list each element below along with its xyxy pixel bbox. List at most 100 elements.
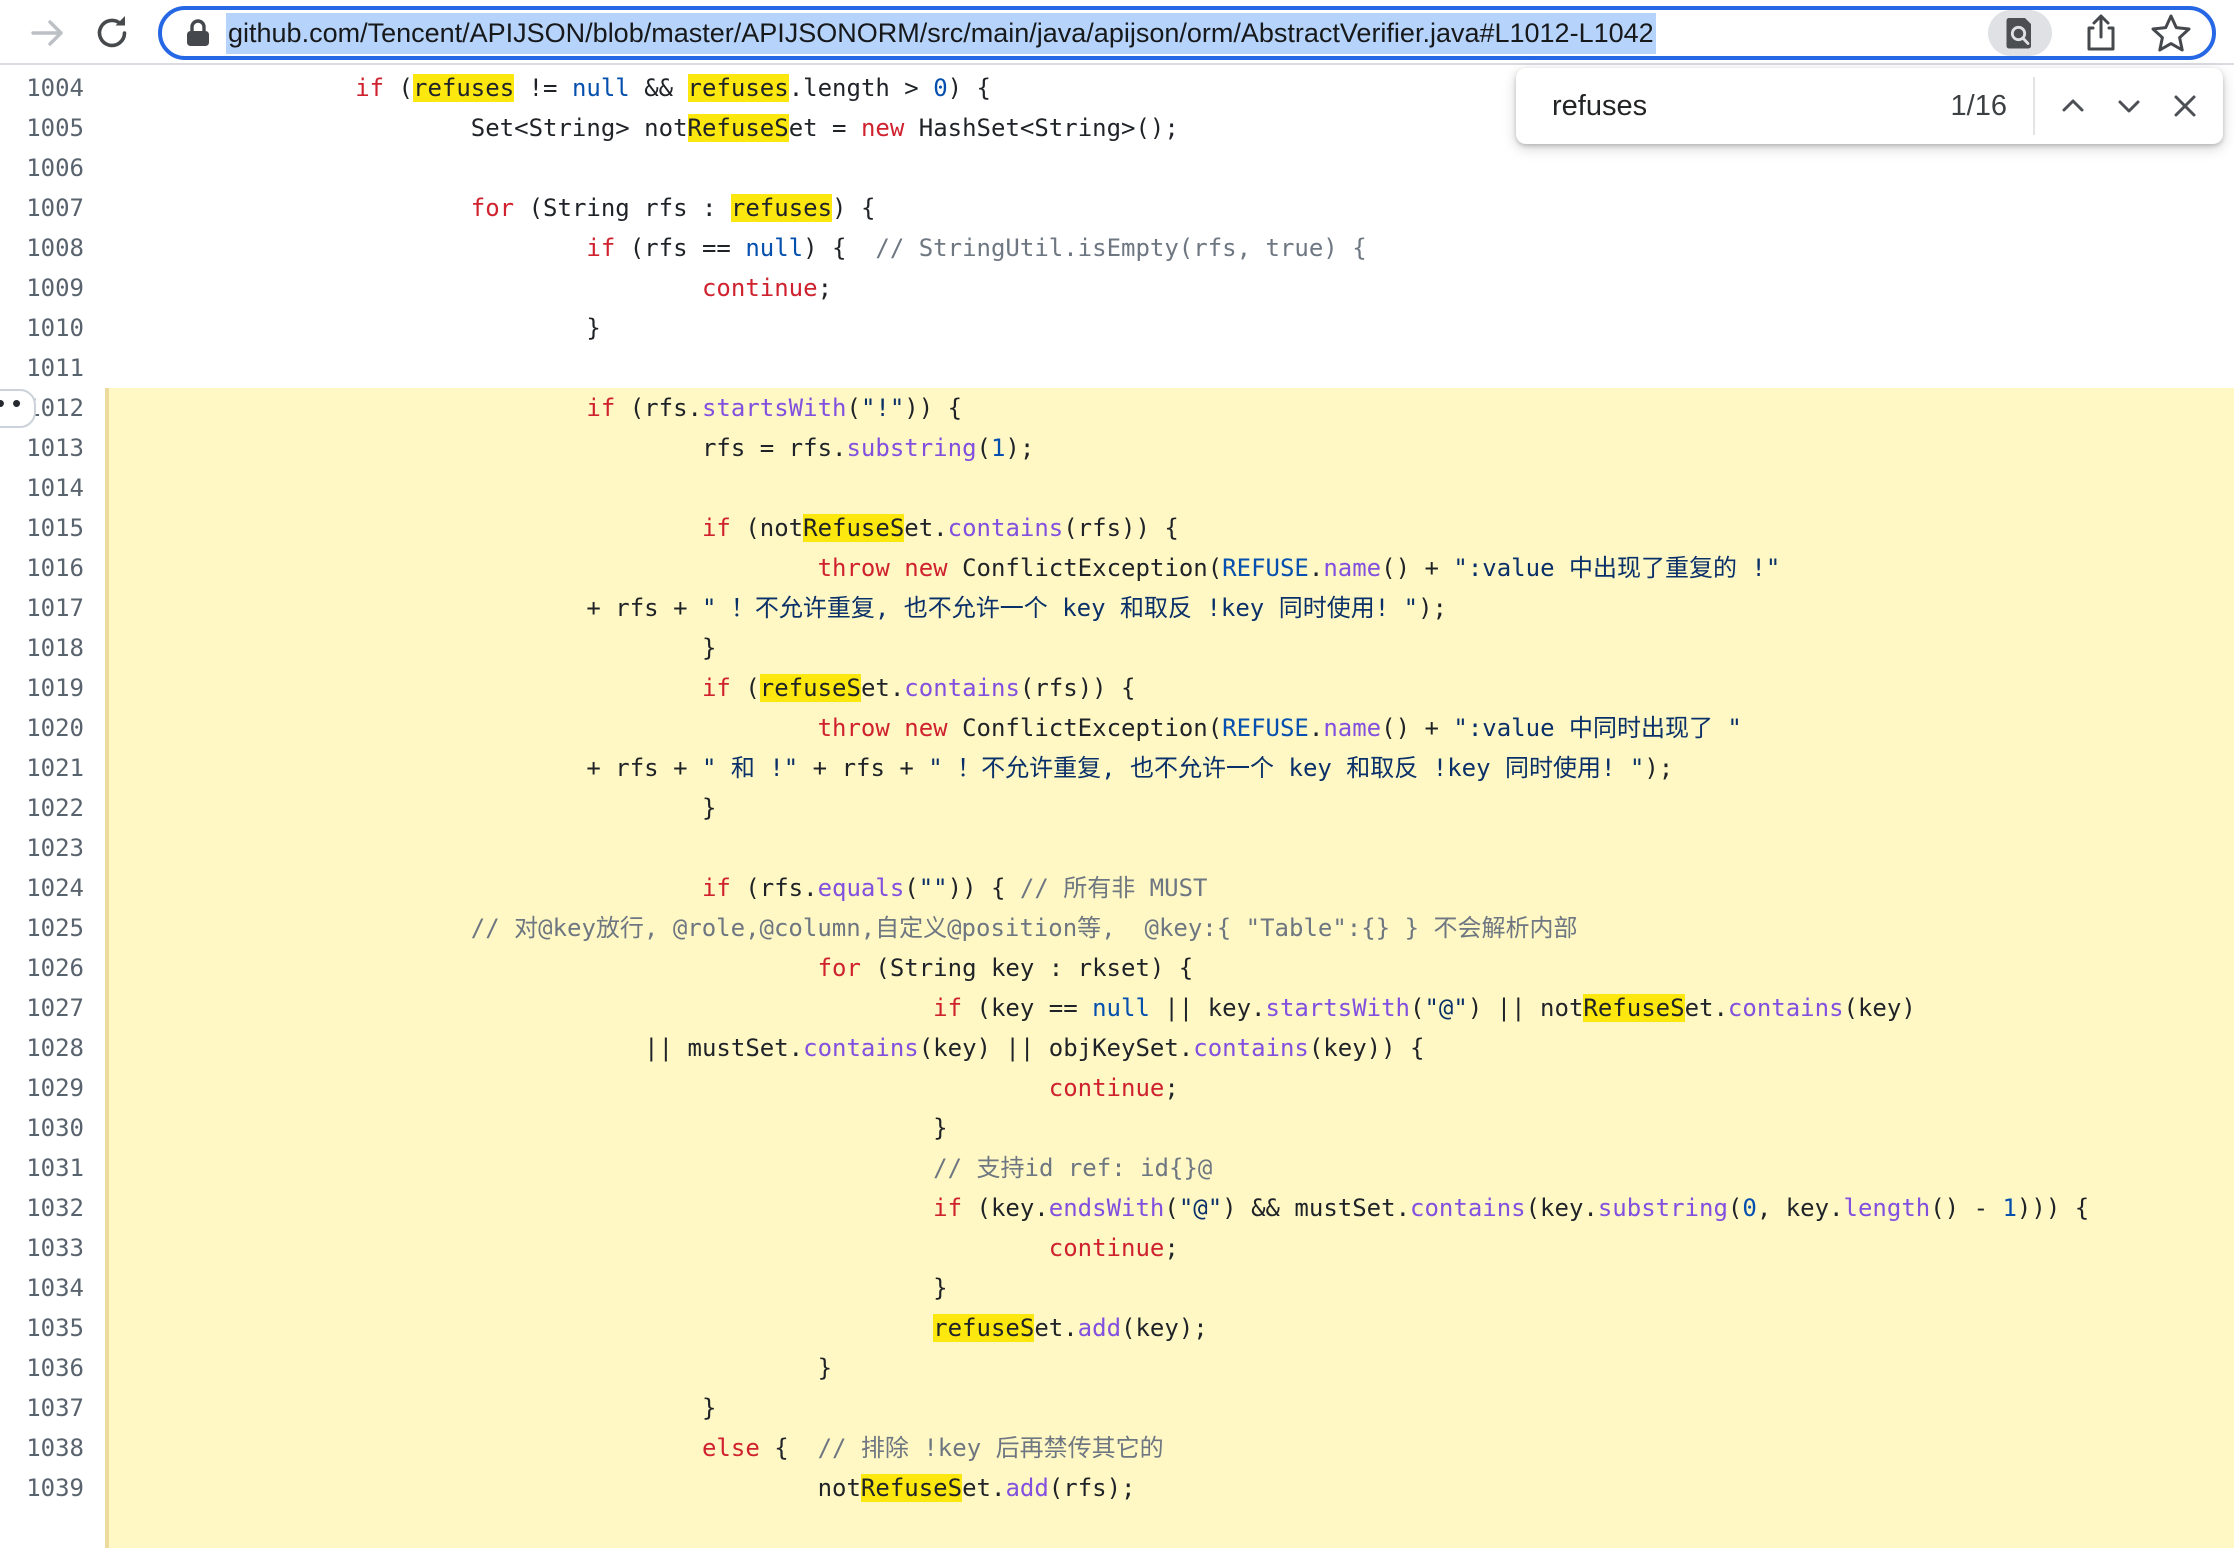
code-text: for (String rfs : refuses) { [105, 188, 2234, 228]
code-text: // 支持id ref: id{}@ [105, 1148, 2234, 1188]
line-number[interactable]: 1028 [0, 1028, 105, 1068]
line-number[interactable]: 1007 [0, 188, 105, 228]
line-number[interactable]: 1025 [0, 908, 105, 948]
code-text: if (key.endsWith("@") && mustSet.contain… [105, 1188, 2234, 1228]
forward-button[interactable] [25, 11, 69, 55]
code-text: if (refuseSet.contains(rfs)) { [105, 668, 2234, 708]
line-number[interactable]: 1039 [0, 1468, 105, 1508]
line-number[interactable]: 1031 [0, 1148, 105, 1188]
search-in-document-icon [2005, 16, 2035, 50]
find-match-highlight: refuseS [760, 674, 861, 702]
code-text: refuseSet.add(key); [105, 1308, 2234, 1348]
code-text: throw new ConflictException(REFUSE.name(… [105, 708, 2234, 748]
line-number[interactable]: 1021 [0, 748, 105, 788]
line-number[interactable]: 1010 [0, 308, 105, 348]
line-range-menu-button[interactable]: •• [0, 389, 36, 428]
star-outline-icon [2150, 13, 2192, 53]
find-in-page-bar: refuses 1/16 [1516, 68, 2223, 144]
code-text: continue; [105, 1068, 2234, 1108]
share-button[interactable] [2082, 12, 2120, 54]
chevron-up-icon [2058, 91, 2088, 121]
code-text: continue; [105, 1228, 2234, 1268]
line-number[interactable]: 1013 [0, 428, 105, 468]
address-bar[interactable]: github.com/Tencent/APIJSON/blob/master/A… [158, 6, 2216, 60]
code-line: 1012 if (rfs.startsWith("!")) { [0, 388, 2234, 428]
line-number[interactable]: 1004 [0, 68, 105, 108]
find-query-input[interactable]: refuses [1552, 90, 1951, 123]
code-line: 1007 for (String rfs : refuses) { [0, 188, 2234, 228]
code-text [105, 1508, 2234, 1548]
line-number[interactable]: 1022 [0, 788, 105, 828]
code-text: for (String key : rkset) { [105, 948, 2234, 988]
reload-icon [92, 13, 132, 53]
code-text: } [105, 1348, 2234, 1388]
share-icon [2082, 12, 2120, 54]
code-line: 1024 if (rfs.equals("")) { // 所有非 MUST [0, 868, 2234, 908]
code-text: else { // 排除 !key 后再禁传其它的 [105, 1428, 2234, 1468]
line-number[interactable]: 1037 [0, 1388, 105, 1428]
line-number[interactable]: 1005 [0, 108, 105, 148]
code-text: } [105, 1388, 2234, 1428]
code-line: 1015 if (notRefuseSet.contains(rfs)) { [0, 508, 2234, 548]
line-number[interactable]: 1015 [0, 508, 105, 548]
code-text: } [105, 1268, 2234, 1308]
code-text [105, 148, 2234, 188]
find-match-highlight: refuseS [933, 1314, 1034, 1342]
line-number[interactable]: 1038 [0, 1428, 105, 1468]
code-text: rfs = rfs.substring(1); [105, 428, 2234, 468]
find-next-button[interactable] [2101, 78, 2157, 134]
code-line: 1010 } [0, 308, 2234, 348]
code-line: 1020 throw new ConflictException(REFUSE.… [0, 708, 2234, 748]
line-number[interactable]: 1024 [0, 868, 105, 908]
line-number[interactable]: 1027 [0, 988, 105, 1028]
code-text: // 对@key放行, @role,@column,自定义@position等,… [105, 908, 2234, 948]
line-number[interactable]: 1017 [0, 588, 105, 628]
code-text: throw new ConflictException(REFUSE.name(… [105, 548, 2234, 588]
code-line: 1016 throw new ConflictException(REFUSE.… [0, 548, 2234, 588]
search-this-page-chip[interactable] [1988, 10, 2052, 56]
line-number[interactable]: 1033 [0, 1228, 105, 1268]
omnibox-actions [1988, 10, 2212, 56]
code-line: 1022 } [0, 788, 2234, 828]
find-previous-button[interactable] [2045, 78, 2101, 134]
line-number[interactable]: 1030 [0, 1108, 105, 1148]
find-match-highlight: RefuseS [861, 1474, 962, 1502]
line-number[interactable]: 1032 [0, 1188, 105, 1228]
url-text[interactable]: github.com/Tencent/APIJSON/blob/master/A… [226, 18, 1656, 49]
line-number[interactable]: 1018 [0, 628, 105, 668]
line-number[interactable]: 1029 [0, 1068, 105, 1108]
line-number[interactable]: 1008 [0, 228, 105, 268]
code-line: 1009 continue; [0, 268, 2234, 308]
code-text [105, 348, 2234, 388]
code-text: } [105, 628, 2234, 668]
line-number[interactable]: 1019 [0, 668, 105, 708]
line-number[interactable]: 1016 [0, 548, 105, 588]
line-number[interactable]: 1026 [0, 948, 105, 988]
code-line: 1039 notRefuseSet.add(rfs); [0, 1468, 2234, 1508]
line-number[interactable]: 1011 [0, 348, 105, 388]
line-number[interactable] [0, 1508, 105, 1548]
code-line [0, 1508, 2234, 1548]
line-number[interactable]: 1009 [0, 268, 105, 308]
line-number[interactable]: 1034 [0, 1268, 105, 1308]
code-text: if (notRefuseSet.contains(rfs)) { [105, 508, 2234, 548]
line-number[interactable]: 1014 [0, 468, 105, 508]
line-number[interactable]: 1020 [0, 708, 105, 748]
code-line: 1037 } [0, 1388, 2234, 1428]
find-close-button[interactable] [2157, 78, 2213, 134]
line-number[interactable]: 1023 [0, 828, 105, 868]
code-line: 1025 // 对@key放行, @role,@column,自定义@posit… [0, 908, 2234, 948]
code-text [105, 828, 2234, 868]
line-number[interactable]: 1006 [0, 148, 105, 188]
chevron-down-icon [2114, 91, 2144, 121]
code-text: } [105, 308, 2234, 348]
line-number[interactable]: 1036 [0, 1348, 105, 1388]
reload-button[interactable] [90, 11, 134, 55]
code-line: 1027 if (key == null || key.startsWith("… [0, 988, 2234, 1028]
bookmark-button[interactable] [2150, 13, 2192, 53]
code-text: if (rfs.startsWith("!")) { [105, 388, 2234, 428]
code-line: 1014 [0, 468, 2234, 508]
line-number[interactable]: 1035 [0, 1308, 105, 1348]
code-line: 1021 + rfs + " 和 !" + rfs + " ！不允许重复, 也不… [0, 748, 2234, 788]
code-text: if (rfs.equals("")) { // 所有非 MUST [105, 868, 2234, 908]
